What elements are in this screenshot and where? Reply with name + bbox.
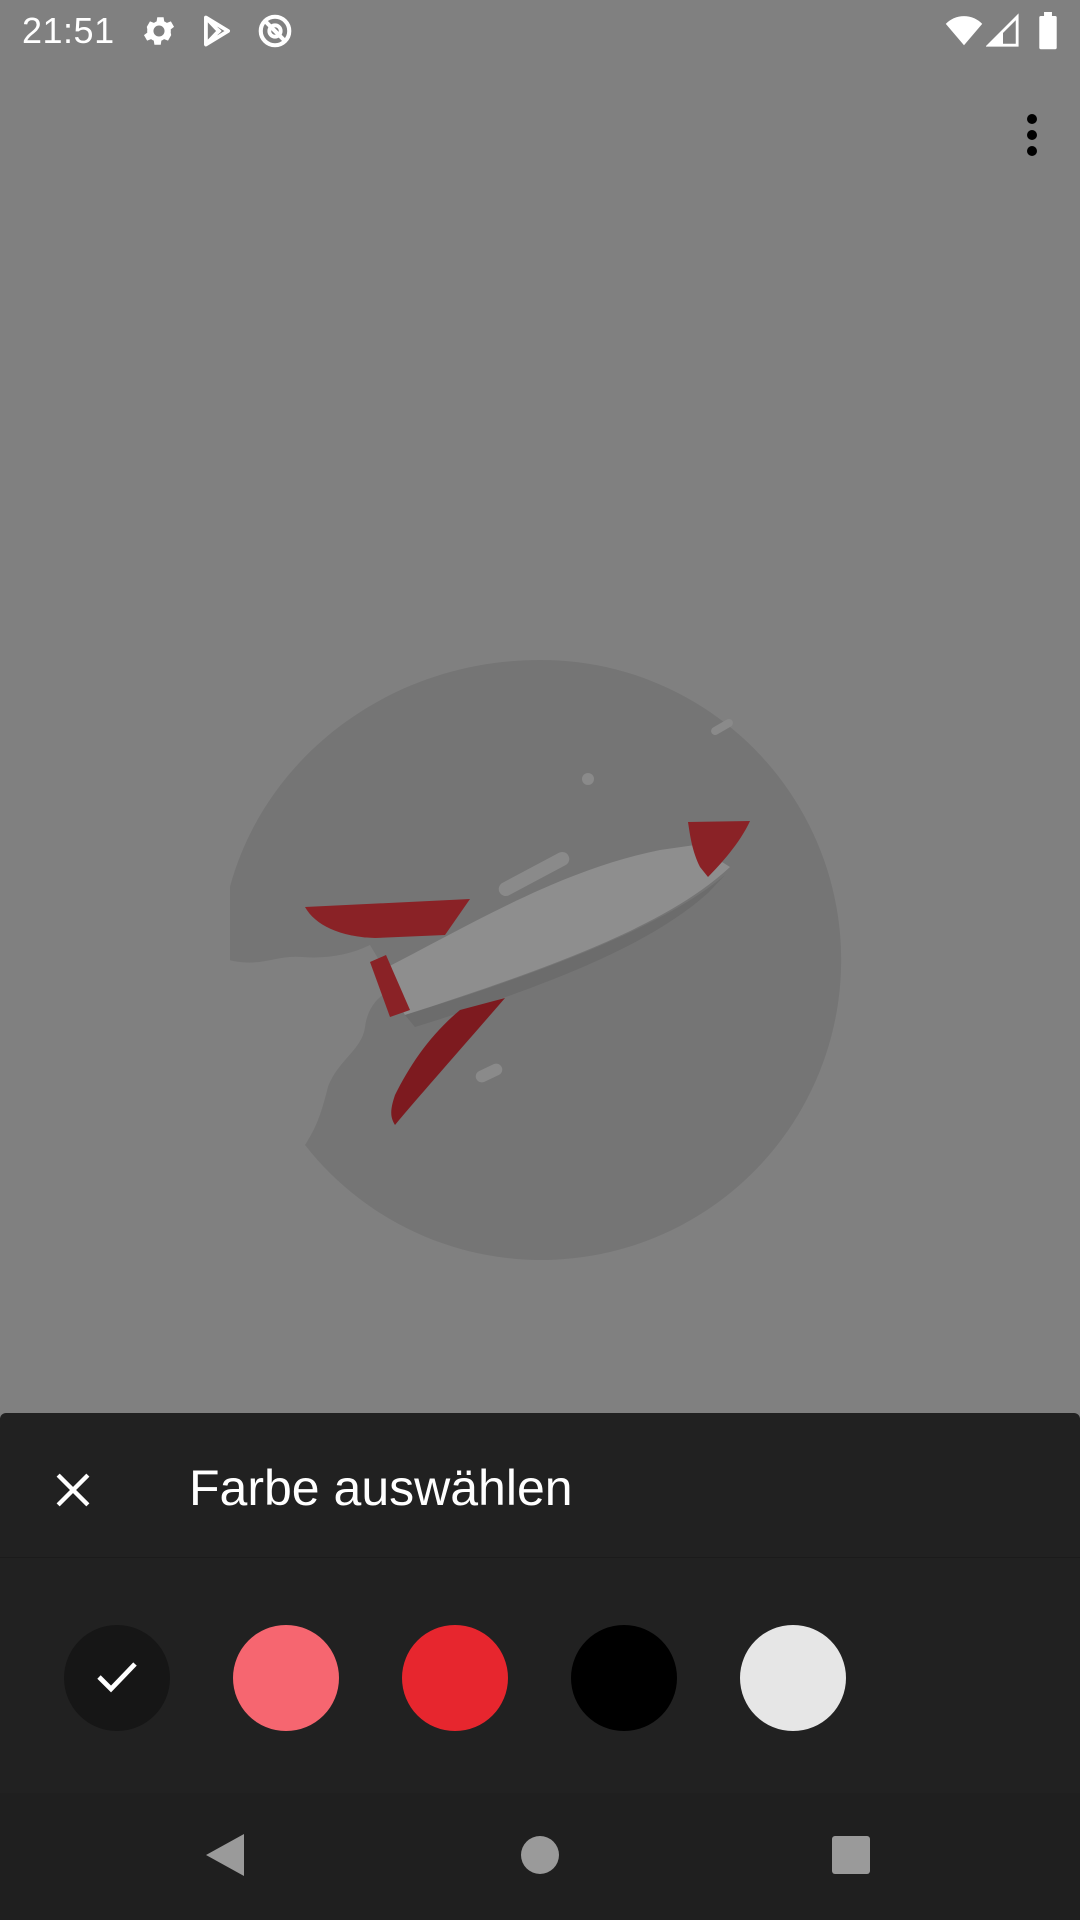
sheet-header: Farbe auswählen [0, 1413, 1080, 1558]
color-swatch[interactable] [402, 1625, 508, 1731]
color-swatches [0, 1625, 1080, 1731]
settings-icon [140, 12, 178, 50]
close-icon [53, 1470, 93, 1515]
rocket-illustration [219, 655, 850, 1275]
back-button[interactable] [190, 1821, 262, 1893]
overflow-menu-button[interactable] [1002, 105, 1062, 169]
sheet-title: Farbe auswählen [189, 1460, 573, 1516]
recents-button[interactable] [815, 1821, 887, 1893]
color-swatch[interactable] [233, 1625, 339, 1731]
color-swatch[interactable] [740, 1625, 846, 1731]
color-swatch-selected[interactable] [64, 1625, 170, 1731]
cellular-signal-icon [985, 12, 1020, 50]
wifi-icon [944, 12, 984, 50]
close-button[interactable] [34, 1453, 112, 1531]
no-sync-icon [256, 12, 294, 50]
home-icon [520, 1835, 560, 1880]
play-store-icon [198, 12, 236, 50]
status-time: 21:51 [22, 10, 115, 51]
screen: 21:51 Farbe auswählen [0, 0, 1080, 1920]
navigation-bar [0, 1793, 1080, 1920]
recents-icon [831, 1835, 871, 1880]
more-vert-icon [1025, 113, 1039, 162]
status-bar: 21:51 [0, 0, 1080, 63]
back-icon [204, 1832, 248, 1883]
color-picker-sheet: Farbe auswählen [0, 1413, 1080, 1793]
home-button[interactable] [504, 1821, 576, 1893]
battery-icon [1036, 12, 1060, 50]
check-icon [93, 1652, 141, 1705]
color-swatch[interactable] [571, 1625, 677, 1731]
